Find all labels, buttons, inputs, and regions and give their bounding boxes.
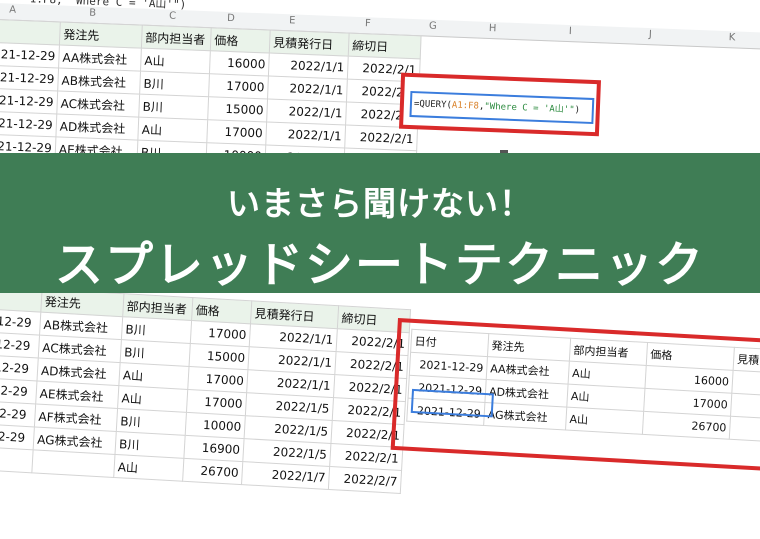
result-cell[interactable]: 26700 [642,411,731,440]
col-b[interactable]: B [89,8,96,19]
source-copy-cell[interactable]: 12-29 [0,355,39,381]
col-k[interactable]: K [729,32,736,43]
col-g[interactable]: G [429,21,437,32]
query-result-highlight: 日付 発注先 部内担当者 価格 見積 2021-12-29 AA株式会社 A山 16000 202… [390,318,760,473]
source-cell[interactable]: 16000 [209,50,270,77]
source-cell[interactable]: 2022/1/1 [265,121,346,149]
source-cell[interactable]: AA株式会社 [58,44,142,72]
source-copy-cell[interactable]: 2022/1/7 [241,461,330,490]
source-cell[interactable]: 2021-12-29 [0,87,58,114]
source-copy-cell[interactable]: 26700 [182,458,243,485]
source-cell[interactable]: B川 [138,94,209,120]
col-c[interactable]: C [169,11,176,22]
source-copy-cell[interactable]: 17000 [187,366,248,393]
title-banner: いまさら聞けない！ スプレッドシートテクニック [0,153,760,293]
source-table-copy: 発注先 部内担当者 価格 見積発行日 締切日 12-29 AB株式会社 B川 1700… [0,286,411,494]
col-a[interactable]: A [9,5,16,16]
source-copy-cell[interactable]: 12-29 [0,309,41,336]
source-cell[interactable]: AB株式会社 [57,67,141,95]
query-formula-cell[interactable]: =QUERY(A1:F8,"Where C = 'A山'") [409,90,595,125]
source-copy-cell[interactable] [0,447,34,473]
banner-subtitle: いまさら聞けない！ [227,184,533,223]
source-cell[interactable]: 2022/1/1 [268,53,349,80]
result-cell[interactable]: A山 [565,407,644,435]
col-i[interactable]: I [569,26,572,37]
source-cell[interactable]: 2022/1/1 [266,99,347,126]
source-cell[interactable]: 17000 [208,73,269,100]
source-cell[interactable]: AC株式会社 [56,90,140,118]
col-j[interactable]: J [649,29,652,40]
source-copy-cell[interactable]: 16900 [183,435,245,462]
source-cell[interactable]: A山 [140,48,211,74]
source-copy-cell[interactable]: 10000 [185,412,246,439]
source-copy-cell[interactable]: 2022/2/7 [328,466,402,494]
source-cell[interactable]: 15000 [207,96,268,122]
source-cell[interactable]: AD株式会社 [55,113,139,141]
source-cell[interactable]: A山 [137,117,208,143]
source-cell[interactable]: 2021-12-29 [0,110,57,137]
col-f[interactable]: F [365,18,371,29]
source-copy-cell[interactable]: 12-29 [0,378,37,404]
source-cell[interactable]: 2022/1/1 [267,76,348,103]
source-copy-cell[interactable]: 17000 [186,389,247,416]
source-copy-cell[interactable]: 15000 [189,343,250,370]
source-copy-cell[interactable] [31,449,115,478]
source-cell[interactable]: 2021-12-29 [0,65,59,91]
query-formula-highlight: =QUERY(A1:F8,"Where C = 'A山'") [398,72,601,137]
col-d[interactable]: D [227,13,235,24]
source-cell[interactable]: B川 [139,71,210,97]
selected-cell[interactable] [410,388,494,418]
result-header-cell[interactable]: 見積 [733,347,760,373]
source-copy-cell[interactable]: 17000 [190,320,251,347]
source-cell[interactable]: 2021-12-29 [0,42,60,68]
result-cell[interactable]: AG株式会社 [483,402,567,431]
source-copy-cell[interactable]: 12-29 [0,332,40,359]
col-h[interactable]: H [489,23,497,34]
query-result-table: 日付 発注先 部内担当者 価格 見積 2021-12-29 AA株式会社 A山 16000 202… [406,329,760,443]
col-e[interactable]: E [289,15,296,26]
source-cell[interactable]: 17000 [206,119,267,145]
banner-title: スプレッドシートテクニック [54,237,705,293]
source-copy-cell[interactable]: 12-29 [0,401,36,427]
source-copy-cell[interactable]: 12-29 [0,424,35,450]
